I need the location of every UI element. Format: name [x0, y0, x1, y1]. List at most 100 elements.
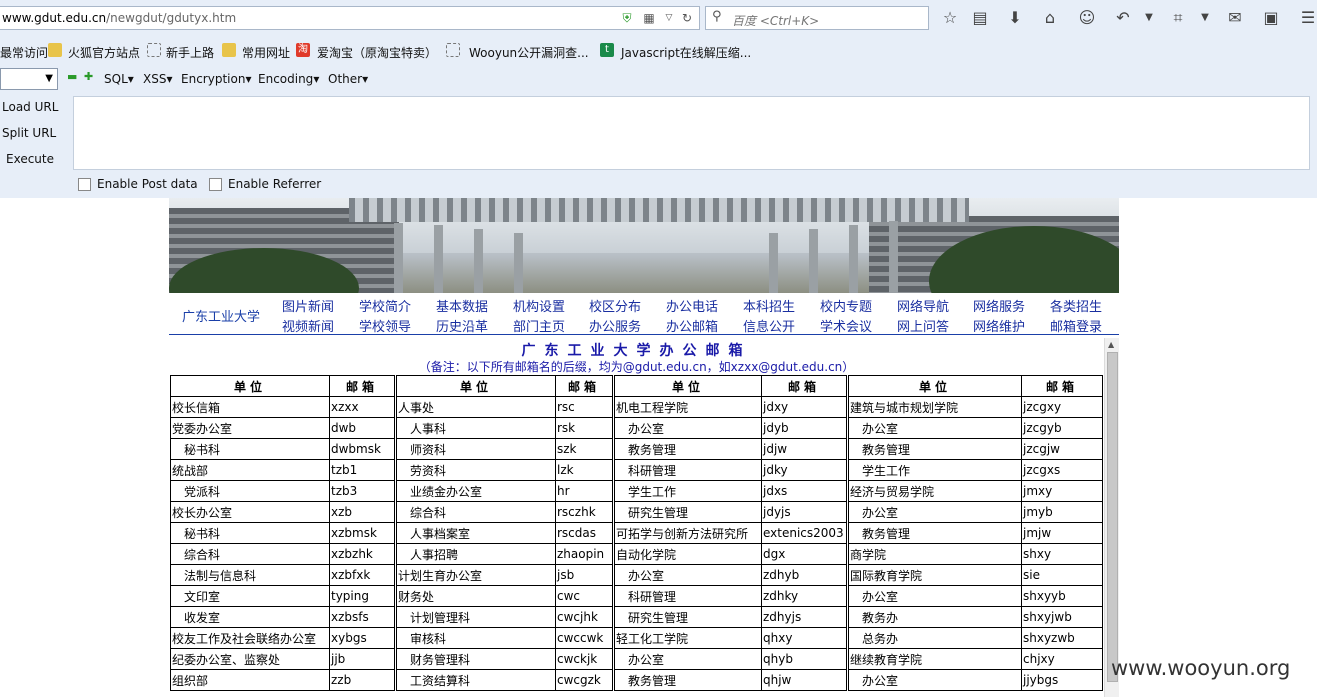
table-row: 办公室 shxyyb — [848, 585, 1103, 607]
hackbar-select[interactable]: ▼ — [0, 68, 58, 90]
col-header-mail: 邮箱 — [761, 375, 847, 397]
bookmark-aitaobao[interactable]: 爱淘宝（原淘宝特卖） — [317, 44, 437, 61]
mailbox-cell: hr — [555, 480, 613, 502]
menu-icon[interactable]: ☰ — [1298, 8, 1317, 28]
menu-encoding[interactable]: Encoding▾ — [258, 72, 319, 86]
star-icon[interactable]: ☆ — [940, 8, 960, 28]
menu-encryption-label: Encryption — [181, 72, 246, 86]
nav-link[interactable]: 信息公开 — [743, 316, 795, 335]
unit-cell: 校长办公室 — [170, 501, 330, 523]
nav-link[interactable]: 历史沿革 — [436, 316, 488, 335]
nav-link[interactable]: 图片新闻 — [282, 296, 334, 315]
comment-icon[interactable]: ✉ — [1225, 8, 1245, 28]
unit-cell: 财务处 — [396, 585, 556, 607]
address-bar[interactable]: www.gdut.edu.cn/newgdut/gdutyx.htm ⛨ ▦ ▽… — [0, 6, 700, 30]
nav-link[interactable]: 学术会议 — [820, 316, 872, 335]
shield-icon[interactable]: ⛨ — [620, 11, 634, 25]
nav-link[interactable]: 学校简介 — [359, 296, 411, 315]
mailbox-cell: rsk — [555, 417, 613, 439]
nav-link[interactable]: 视频新闻 — [282, 316, 334, 335]
unit-cell: 教务办 — [848, 606, 1022, 628]
nav-link[interactable]: 学校领导 — [359, 316, 411, 335]
banner-column — [474, 229, 483, 293]
scroll-up-icon[interactable]: ▲ — [1108, 340, 1114, 349]
qrcode-icon[interactable]: ▦ — [642, 11, 656, 25]
mailbox-cell: jsb — [555, 564, 613, 586]
unit-cell: 商学院 — [848, 543, 1022, 565]
nav-link[interactable]: 机构设置 — [513, 296, 565, 315]
menu-sql[interactable]: SQL▾ — [104, 72, 134, 86]
plus-icon[interactable]: ✚ — [84, 71, 94, 82]
mailbox-cell: chjxy — [1021, 648, 1103, 670]
table-row: 统战部 tzb1 — [170, 459, 395, 481]
scrollbar-thumb[interactable] — [1107, 352, 1118, 682]
table-row: 研究生管理 zdhyjs — [614, 606, 847, 628]
enable-referrer-checkbox[interactable] — [209, 178, 222, 191]
hackbar-url-input[interactable] — [73, 96, 1310, 170]
menu-encryption[interactable]: Encryption▾ — [181, 72, 251, 86]
url-text[interactable]: www.gdut.edu.cn/newgdut/gdutyx.htm — [2, 11, 236, 25]
enable-post-checkbox[interactable] — [78, 178, 91, 191]
nav-link[interactable]: 网上问答 — [897, 316, 949, 335]
frame-scrollbar[interactable]: ▲ — [1104, 338, 1119, 697]
screenshot-icon[interactable]: ▣ — [1261, 8, 1281, 28]
bookmark-firefox-official[interactable]: 火狐官方站点 — [68, 44, 140, 61]
mailbox-cell: jjybgs — [1021, 669, 1103, 691]
mailbox-cell: xzb — [329, 501, 395, 523]
mailbox-cell: zdhyjs — [761, 606, 847, 628]
unit-cell: 研究生管理 — [614, 606, 762, 628]
dropdown-icon[interactable]: ▽ — [662, 11, 676, 25]
table-row: 科研管理 jdky — [614, 459, 847, 481]
mailbox-cell: xzbfxk — [329, 564, 395, 586]
nav-link[interactable]: 网络服务 — [973, 296, 1025, 315]
mailbox-cell: xzbmsk — [329, 522, 395, 544]
unit-cell: 财务管理科 — [396, 648, 556, 670]
nav-link[interactable]: 部门主页 — [513, 316, 565, 335]
search-bar[interactable]: ⚲ 百度 <Ctrl+K> — [705, 6, 929, 30]
table-row: 人事处 rsc — [396, 396, 613, 418]
mailbox-cell: tzb3 — [329, 480, 395, 502]
nav-link[interactable]: 本科招生 — [743, 296, 795, 315]
table-row: 办公室 jmyb — [848, 501, 1103, 523]
menu-xss[interactable]: XSS▾ — [143, 72, 173, 86]
execute-button[interactable]: Execute — [6, 152, 54, 166]
bookmark-wooyun[interactable]: Wooyun公开漏洞查... — [469, 44, 589, 61]
bookmark-common-sites[interactable]: 常用网址 — [242, 44, 290, 61]
nav-link[interactable]: 校内专题 — [820, 296, 872, 315]
school-name-link[interactable]: 广东工业大学 — [182, 306, 260, 325]
nav-link[interactable]: 校区分布 — [589, 296, 641, 315]
nav-link[interactable]: 网络导航 — [897, 296, 949, 315]
unit-cell: 法制与信息科 — [170, 564, 330, 586]
crop-icon[interactable]: ⌗ — [1168, 8, 1188, 28]
col-header-unit: 单位 — [170, 375, 330, 397]
unit-cell: 党派科 — [170, 480, 330, 502]
home-icon[interactable]: ⌂ — [1040, 8, 1060, 28]
table-row: 综合科 rsczhk — [396, 501, 613, 523]
chat-icon[interactable]: ☺ — [1077, 8, 1097, 28]
load-url-button[interactable]: Load URL — [2, 100, 58, 114]
bookmark-js-unpacker[interactable]: Javascript在线解压缩... — [621, 44, 751, 61]
minus-icon[interactable]: ▬ — [67, 71, 77, 82]
nav-link[interactable]: 办公电话 — [666, 296, 718, 315]
nav-link[interactable]: 各类招生 — [1050, 296, 1102, 315]
nav-link[interactable]: 基本数据 — [436, 296, 488, 315]
bookmark-most-visited[interactable]: 最常访问 — [0, 44, 48, 61]
unit-cell: 教务管理 — [848, 522, 1022, 544]
bookmark-getting-started[interactable]: 新手上路 — [166, 44, 214, 61]
nav-link[interactable]: 网络维护 — [973, 316, 1025, 335]
nav-link[interactable]: 邮箱登录 — [1050, 316, 1102, 335]
table-row: 校长办公室 xzb — [170, 501, 395, 523]
undo-menu-icon[interactable]: ▼ — [1139, 8, 1159, 28]
table-row: 秘书科 dwbmsk — [170, 438, 395, 460]
undo-icon[interactable]: ↶ — [1113, 8, 1133, 28]
split-url-button[interactable]: Split URL — [2, 126, 56, 140]
nav-link[interactable]: 办公服务 — [589, 316, 641, 335]
crop-menu-icon[interactable]: ▼ — [1195, 8, 1215, 28]
reading-list-icon[interactable]: ▤ — [970, 8, 990, 28]
nav-link[interactable]: 办公邮箱 — [666, 316, 718, 335]
download-icon[interactable]: ⬇ — [1005, 8, 1025, 28]
col-header-mail: 邮箱 — [555, 375, 613, 397]
menu-other[interactable]: Other▾ — [328, 72, 368, 86]
col-header-mail: 邮箱 — [1021, 375, 1103, 397]
reload-icon[interactable]: ↻ — [680, 11, 694, 25]
